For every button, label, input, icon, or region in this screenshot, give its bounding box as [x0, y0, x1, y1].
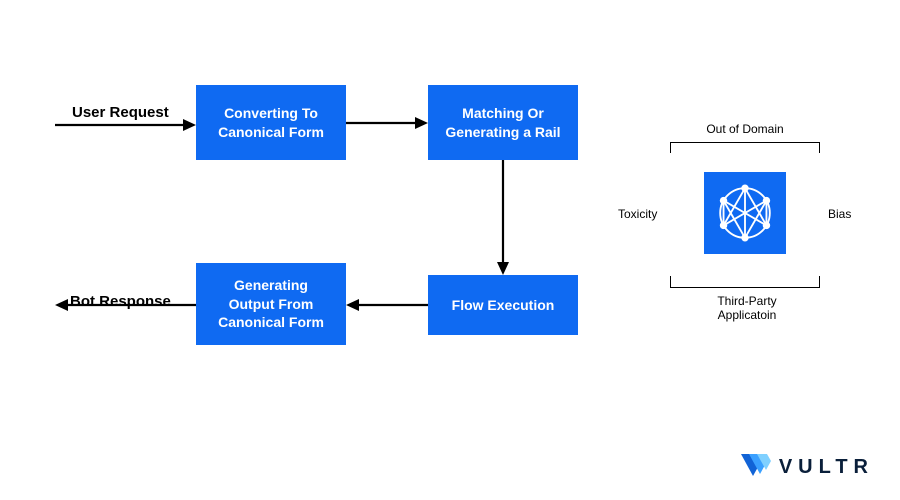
guardrail-top-label: Out of Domain — [700, 122, 790, 136]
guardrail-bottom-label: Third-Party Applicatoin — [702, 294, 792, 322]
brand-name: VULTR — [779, 456, 874, 479]
bracket-top — [670, 142, 820, 154]
box-match: Matching Or Generating a Rail — [428, 85, 578, 160]
guardrail-right-label: Bias — [828, 207, 851, 221]
box-convert: Converting To Canonical Form — [196, 85, 346, 160]
guardrail-left-label: Toxicity — [618, 207, 657, 221]
neural-net-icon — [714, 182, 776, 244]
arrow-match-to-flow — [496, 160, 510, 275]
user-request-label: User Request — [72, 104, 169, 121]
box-generate: Generating Output From Canonical Form — [196, 263, 346, 345]
vultr-mark-icon — [741, 454, 771, 480]
arrow-convert-to-match — [346, 116, 428, 130]
diagram-stage: User Request Bot Response Converting To … — [0, 0, 900, 500]
arrow-flow-to-generate — [346, 298, 428, 312]
bracket-bottom — [670, 276, 820, 288]
brand-logo: VULTR — [741, 454, 874, 480]
bot-response-label: Bot Response — [70, 293, 171, 310]
neural-net-box — [704, 172, 786, 254]
box-flow: Flow Execution — [428, 275, 578, 335]
